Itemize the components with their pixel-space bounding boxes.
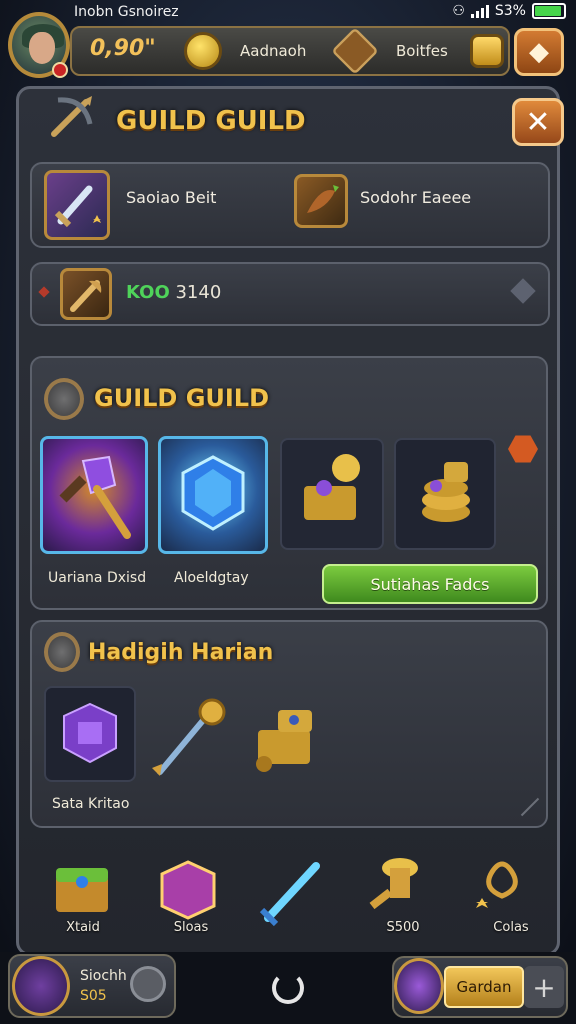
notification-badge: [52, 62, 68, 78]
avatar-face: [29, 32, 55, 64]
bow-icon: [51, 96, 93, 137]
section-title-2: Hadigih Harian: [88, 640, 274, 665]
nav-item-sword[interactable]: [254, 852, 344, 942]
blue-crystal-icon: [181, 455, 245, 531]
nav-label-1: Sloas: [173, 920, 209, 935]
status-indicators: ⚇ S3%: [452, 3, 566, 19]
coin-stack-icon: [304, 454, 360, 520]
plus-button[interactable]: +: [524, 966, 564, 1008]
resource-label-1: Aadnaoh: [240, 42, 307, 60]
stat-label-2: Sodohr Eaeee: [360, 188, 472, 207]
currency-code: KOO: [126, 282, 170, 303]
scroll-icon[interactable]: [294, 174, 348, 228]
gear-icon[interactable]: [130, 966, 166, 1002]
diamond-menu-icon[interactable]: ◆: [514, 28, 564, 76]
axe-graphic: [70, 280, 102, 312]
nav-label-4: Colas: [493, 920, 529, 935]
slot-label-1: Uariana Dxisd: [48, 570, 147, 586]
guild-emblem-icon: [44, 378, 84, 420]
scroll-ornament-icon: [476, 861, 518, 908]
gold-pile-icon: [422, 462, 470, 522]
page-title: GUILD GUILD: [116, 106, 306, 136]
battery-fill: [535, 6, 562, 16]
section-emblem-icon: [44, 632, 80, 672]
orb-icon: [394, 958, 444, 1014]
item-label: Sata Kritao: [52, 796, 130, 812]
player-emblem-icon: [12, 956, 70, 1016]
nav-label-3: S500: [386, 920, 420, 935]
close-icon: ✕: [525, 104, 551, 140]
nav-label-0: Xtaid: [66, 920, 100, 935]
battery-icon: [532, 3, 566, 19]
reward-slot-crystal[interactable]: [158, 436, 268, 554]
notification-icon: ⚇: [452, 3, 465, 19]
sword-graphic: [54, 185, 101, 228]
reward-slot-gold[interactable]: [394, 438, 496, 550]
player-name: Siochh: [80, 968, 127, 984]
item-slot-box[interactable]: [44, 686, 136, 782]
stat-label-1: Saoiao Beit: [126, 188, 217, 207]
axe-icon[interactable]: [60, 268, 112, 320]
sword-icon[interactable]: [44, 170, 110, 240]
section-title: GUILD GUILD: [94, 384, 270, 412]
player-value: S05: [80, 988, 107, 1004]
signal-icon: [470, 4, 489, 18]
slot-label-2: Aloeldgtay: [174, 570, 249, 586]
power-value: 0,90": [90, 36, 156, 61]
coin-tower-icon: [369, 858, 418, 910]
refresh-icon[interactable]: [272, 972, 304, 1004]
claim-button[interactable]: Sutiahas Fadcs: [322, 564, 538, 604]
gem-icon[interactable]: [470, 34, 504, 68]
scroll-graphic: [307, 185, 339, 213]
currency-value: KOO 3140: [126, 282, 221, 303]
chest-icon: [56, 868, 108, 912]
battery-percent: S3%: [494, 3, 526, 19]
action-button[interactable]: Gardan: [444, 966, 524, 1008]
close-button[interactable]: ✕: [512, 98, 564, 146]
magic-box-icon: [160, 860, 216, 920]
purple-box-icon: [63, 702, 117, 764]
resource-label-2: Boitfes: [396, 42, 448, 60]
golden-staff-icon[interactable]: [146, 690, 238, 786]
purple-staff-icon: [59, 455, 131, 539]
coin-icon[interactable]: [184, 32, 222, 70]
reward-slot-staff[interactable]: [40, 436, 148, 554]
status-title: Inobn Gsnoirez: [74, 4, 179, 20]
currency-amount: 3140: [175, 282, 222, 303]
reward-slot-coins[interactable]: [280, 438, 384, 550]
treasure-chest-icon[interactable]: [248, 700, 322, 780]
blue-sword-icon: [259, 862, 320, 927]
